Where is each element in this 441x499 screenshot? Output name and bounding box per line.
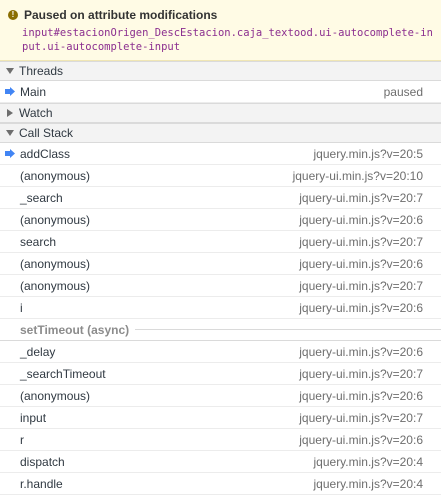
call-frames-list: addClass jquery.min.js?v=20:5 (anonymous) j… bbox=[0, 143, 441, 319]
frame-name: input bbox=[20, 410, 47, 425]
frame-location[interactable]: jquery-ui.min.js?v=20:7 bbox=[299, 235, 423, 249]
call-frame-row[interactable]: dispatch jquery.min.js?v=20:4 bbox=[0, 451, 441, 473]
pause-banner-detail: input#estacionOrigen_DescEstacion.caja_t… bbox=[22, 26, 433, 54]
current-frame-arrow-icon bbox=[5, 87, 15, 96]
frame-name: (anonymous) bbox=[20, 278, 91, 293]
call-frame-row[interactable]: r.handle jquery.min.js?v=20:4 bbox=[0, 473, 441, 495]
frame-location[interactable]: jquery-ui.min.js?v=20:6 bbox=[299, 301, 423, 315]
frame-name: (anonymous) bbox=[20, 212, 91, 227]
call-frame-row[interactable]: (anonymous) jquery-ui.min.js?v=20:6 bbox=[0, 253, 441, 275]
frame-name: i bbox=[20, 300, 23, 315]
call-frame-row[interactable]: (anonymous) jquery-ui.min.js?v=20:6 bbox=[0, 385, 441, 407]
info-icon: ! bbox=[8, 9, 18, 20]
watch-header-label: Watch bbox=[19, 106, 53, 120]
pause-banner: ! Paused on attribute modifications inpu… bbox=[0, 0, 441, 61]
frame-name: dispatch bbox=[20, 454, 65, 469]
pause-target-selector: #estacionOrigen_DescEstacion.caja_textoo… bbox=[22, 27, 433, 53]
frame-location[interactable]: jquery.min.js?v=20:4 bbox=[314, 455, 424, 469]
frame-location[interactable]: jquery-ui.min.js?v=20:7 bbox=[299, 411, 423, 425]
frame-name: _delay bbox=[20, 344, 56, 359]
frame-name: addClass bbox=[20, 146, 71, 161]
threads-header-label: Threads bbox=[19, 64, 64, 78]
frame-location[interactable]: jquery-ui.min.js?v=20:6 bbox=[299, 213, 423, 227]
frame-name: _searchTimeout bbox=[20, 366, 106, 381]
pause-banner-title-row: ! Paused on attribute modifications bbox=[8, 7, 433, 22]
frame-location[interactable]: jquery.min.js?v=20:5 bbox=[314, 147, 424, 161]
expanded-triangle-icon bbox=[6, 130, 14, 136]
async-call-frames-list: _delay jquery-ui.min.js?v=20:6 _searchTime… bbox=[0, 341, 441, 495]
call-frame-row[interactable]: _search jquery-ui.min.js?v=20:7 bbox=[0, 187, 441, 209]
watch-section-header[interactable]: Watch bbox=[0, 103, 441, 123]
frame-location[interactable]: paused bbox=[384, 85, 423, 99]
frame-name: _search bbox=[20, 190, 63, 205]
async-separator: setTimeout (async) bbox=[0, 319, 441, 341]
frame-name: r.handle bbox=[20, 476, 63, 491]
call-frame-row[interactable]: addClass jquery.min.js?v=20:5 bbox=[0, 143, 441, 165]
pause-banner-title: Paused on attribute modifications bbox=[24, 7, 218, 22]
call-frame-row[interactable]: (anonymous) jquery-ui.min.js?v=20:6 bbox=[0, 209, 441, 231]
call-frame-row[interactable]: search jquery-ui.min.js?v=20:7 bbox=[0, 231, 441, 253]
async-label: setTimeout (async) bbox=[20, 322, 130, 337]
collapsed-triangle-icon bbox=[7, 109, 13, 117]
async-divider-line bbox=[135, 329, 441, 330]
call-frame-row[interactable]: (anonymous) jquery-ui.min.js?v=20:7 bbox=[0, 275, 441, 297]
callstack-header-label: Call Stack bbox=[19, 126, 74, 140]
frame-location[interactable]: jquery-ui.min.js?v=20:7 bbox=[299, 367, 423, 381]
call-frame-row[interactable]: r jquery-ui.min.js?v=20:6 bbox=[0, 429, 441, 451]
frame-name: (anonymous) bbox=[20, 168, 91, 183]
frame-location[interactable]: jquery-ui.min.js?v=20:7 bbox=[299, 191, 423, 205]
frame-location[interactable]: jquery-ui.min.js?v=20:6 bbox=[299, 389, 423, 403]
frame-name: (anonymous) bbox=[20, 256, 91, 271]
expanded-triangle-icon bbox=[6, 68, 14, 74]
frame-location[interactable]: jquery-ui.min.js?v=20:6 bbox=[299, 257, 423, 271]
threads-list: Main paused bbox=[0, 81, 441, 103]
frame-location[interactable]: jquery-ui.min.js?v=20:7 bbox=[299, 279, 423, 293]
frame-location[interactable]: jquery-ui.min.js?v=20:6 bbox=[299, 345, 423, 359]
frame-name: Main bbox=[20, 84, 47, 99]
frame-name: r bbox=[20, 432, 24, 447]
frame-name: search bbox=[20, 234, 57, 249]
frame-location[interactable]: jquery-ui.min.js?v=20:6 bbox=[299, 433, 423, 447]
frame-location[interactable]: jquery-ui.min.js?v=20:10 bbox=[293, 169, 423, 183]
call-frame-row[interactable]: _searchTimeout jquery-ui.min.js?v=20:7 bbox=[0, 363, 441, 385]
call-frame-row[interactable]: i jquery-ui.min.js?v=20:6 bbox=[0, 297, 441, 319]
frame-name: (anonymous) bbox=[20, 388, 91, 403]
pause-target-tag: input bbox=[22, 27, 54, 39]
current-frame-arrow-icon bbox=[5, 149, 15, 158]
callstack-section-header[interactable]: Call Stack bbox=[0, 123, 441, 143]
threads-section-header[interactable]: Threads bbox=[0, 61, 441, 81]
call-frame-row[interactable]: (anonymous) jquery-ui.min.js?v=20:10 bbox=[0, 165, 441, 187]
call-frame-row[interactable]: input jquery-ui.min.js?v=20:7 bbox=[0, 407, 441, 429]
call-frame-row[interactable]: _delay jquery-ui.min.js?v=20:6 bbox=[0, 341, 441, 363]
frame-location[interactable]: jquery.min.js?v=20:4 bbox=[314, 477, 424, 491]
thread-row[interactable]: Main paused bbox=[0, 81, 441, 103]
